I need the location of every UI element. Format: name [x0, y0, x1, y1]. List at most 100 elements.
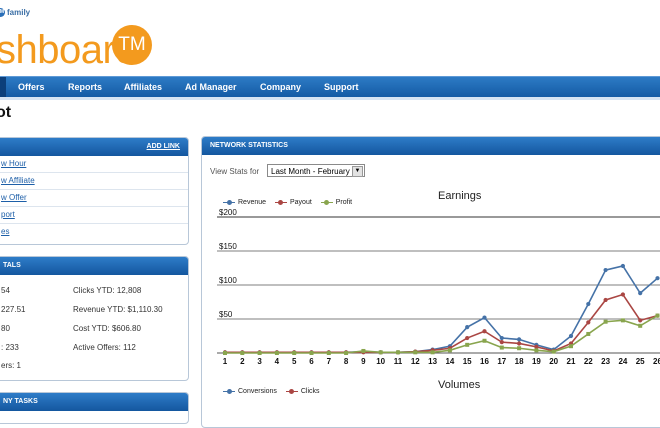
x-tick-label: 14	[445, 357, 454, 366]
quick-links-header: ADD LINK	[0, 138, 188, 156]
x-tick-label: 5	[292, 357, 297, 366]
active-offers: Active Offers: 112	[73, 343, 136, 352]
x-tick-label: 12	[411, 357, 420, 366]
network-statistics-header: NETWORK STATISTICS	[202, 137, 660, 155]
tasks-header: NY TASKS	[0, 393, 188, 411]
legend-profit-marker	[320, 200, 333, 206]
nav-item-active[interactable]	[0, 77, 6, 98]
data-point-profit	[344, 351, 349, 355]
data-point-payout	[517, 341, 522, 346]
data-point-profit	[638, 323, 643, 328]
x-tick-label: 2	[240, 357, 245, 366]
x-tick-label: 1	[223, 357, 228, 366]
x-tick-label: 8	[344, 357, 349, 366]
y-tick-label: $100	[219, 276, 237, 285]
view-stats-label: View Stats for	[210, 167, 260, 176]
data-point-profit	[240, 351, 245, 355]
revenue-ytd: Revenue YTD: $1,110.30	[73, 305, 163, 314]
totals-header: TALS	[0, 257, 188, 275]
legend-item-revenue[interactable]: Revenue	[223, 199, 266, 206]
earnings-chart: $200$150$100$501 2 3 4 5 6 7 8 9 10 11 12 13 14 15 16 17…	[217, 208, 660, 366]
data-point-payout	[499, 340, 504, 345]
x-tick-label: 3	[257, 357, 262, 366]
data-point-profit	[396, 350, 400, 355]
legend-payout-marker	[274, 200, 287, 206]
data-point-revenue	[655, 276, 660, 281]
data-point-revenue	[465, 325, 470, 330]
x-tick-label: 17	[497, 357, 506, 366]
totals-grid: 54 227.51 80 : 233 ers: 1 Clicks YTD: 12…	[0, 275, 188, 379]
link-new-hour[interactable]: w Hour	[0, 156, 188, 173]
x-tick-label: 18	[515, 357, 524, 366]
legend-item-clicks[interactable]: Clicks	[285, 388, 320, 395]
data-point-profit	[274, 351, 279, 355]
main-nav: Offers Reports Affiliates Ad Manager Com…	[0, 76, 660, 98]
family-logo-icon: TM	[0, 8, 5, 18]
data-point-profit	[551, 349, 556, 354]
cost-ytd: Cost YTD: $606.80	[73, 324, 141, 333]
chevron-down-icon[interactable]: ▼	[352, 166, 363, 177]
legend-item-profit[interactable]: Profit	[320, 199, 352, 206]
data-point-revenue	[638, 291, 643, 296]
data-point-profit	[378, 350, 383, 355]
nav-company[interactable]: Company	[260, 77, 301, 98]
data-point-profit	[620, 318, 625, 323]
data-point-profit	[309, 351, 314, 355]
legend-conversions-marker	[223, 389, 235, 395]
x-tick-label: 16	[480, 357, 489, 366]
x-tick-label: 23	[601, 357, 610, 366]
nav-support[interactable]: Support	[324, 77, 359, 98]
legend-item-payout[interactable]: Payout	[274, 199, 312, 206]
x-tick-label: 19	[532, 357, 541, 366]
total-value: 54	[1, 286, 10, 295]
nav-ad-manager[interactable]: Ad Manager	[185, 77, 237, 98]
data-point-profit	[465, 342, 470, 347]
brand-family-tag: TMfamily	[0, 8, 31, 18]
data-point-revenue	[499, 335, 504, 341]
y-tick-label: $50	[219, 310, 233, 319]
link-new-offer[interactable]: w Offer	[0, 190, 188, 207]
data-point-payout	[620, 292, 625, 297]
data-point-payout	[482, 329, 487, 334]
legend-revenue-marker	[223, 200, 235, 206]
data-point-revenue	[620, 263, 625, 269]
nav-reports[interactable]: Reports	[68, 77, 102, 98]
brand-family-text: family	[7, 8, 31, 17]
volumes-legend: Conversions Clicks	[223, 388, 327, 397]
nav-offers[interactable]: Offers	[18, 77, 45, 98]
link-new-affiliate[interactable]: w Affiliate	[0, 173, 188, 190]
total-value: : 233	[1, 343, 19, 352]
earnings-chart-title: Earnings	[438, 190, 482, 202]
legend-clicks-marker	[285, 389, 298, 395]
data-point-payout	[586, 320, 591, 325]
period-select-value: Last Month - February	[271, 167, 350, 176]
legend-label: Conversions	[238, 388, 277, 395]
data-point-profit	[603, 319, 608, 324]
nav-underline	[0, 97, 660, 100]
x-tick-label: 20	[549, 357, 558, 366]
data-point-profit	[326, 351, 331, 355]
data-point-profit	[482, 338, 487, 343]
period-select[interactable]: Last Month - February ▼	[267, 164, 365, 177]
x-tick-label: 6	[309, 357, 314, 366]
total-value: 227.51	[1, 305, 26, 314]
add-link-button[interactable]: ADD LINK	[147, 138, 180, 156]
page-title: ot	[0, 104, 12, 121]
data-point-revenue	[482, 315, 487, 320]
data-point-revenue	[517, 337, 522, 342]
data-point-payout	[603, 297, 608, 303]
total-value: ers: 1	[1, 361, 22, 370]
legend-label: Payout	[289, 199, 312, 206]
x-tick-label: 15	[463, 357, 472, 366]
link-support[interactable]: port	[0, 207, 188, 224]
data-point-profit	[361, 348, 366, 353]
x-tick-label: 7	[327, 357, 332, 366]
link-notes[interactable]: es	[0, 224, 188, 240]
x-tick-label: 22	[584, 357, 593, 366]
nav-affiliates[interactable]: Affiliates	[124, 77, 162, 98]
x-tick-label: 10	[376, 357, 385, 366]
x-tick-label: 13	[428, 357, 437, 366]
data-point-payout	[465, 335, 470, 341]
data-point-profit	[569, 344, 573, 349]
legend-item-conversions[interactable]: Conversions	[223, 388, 277, 395]
